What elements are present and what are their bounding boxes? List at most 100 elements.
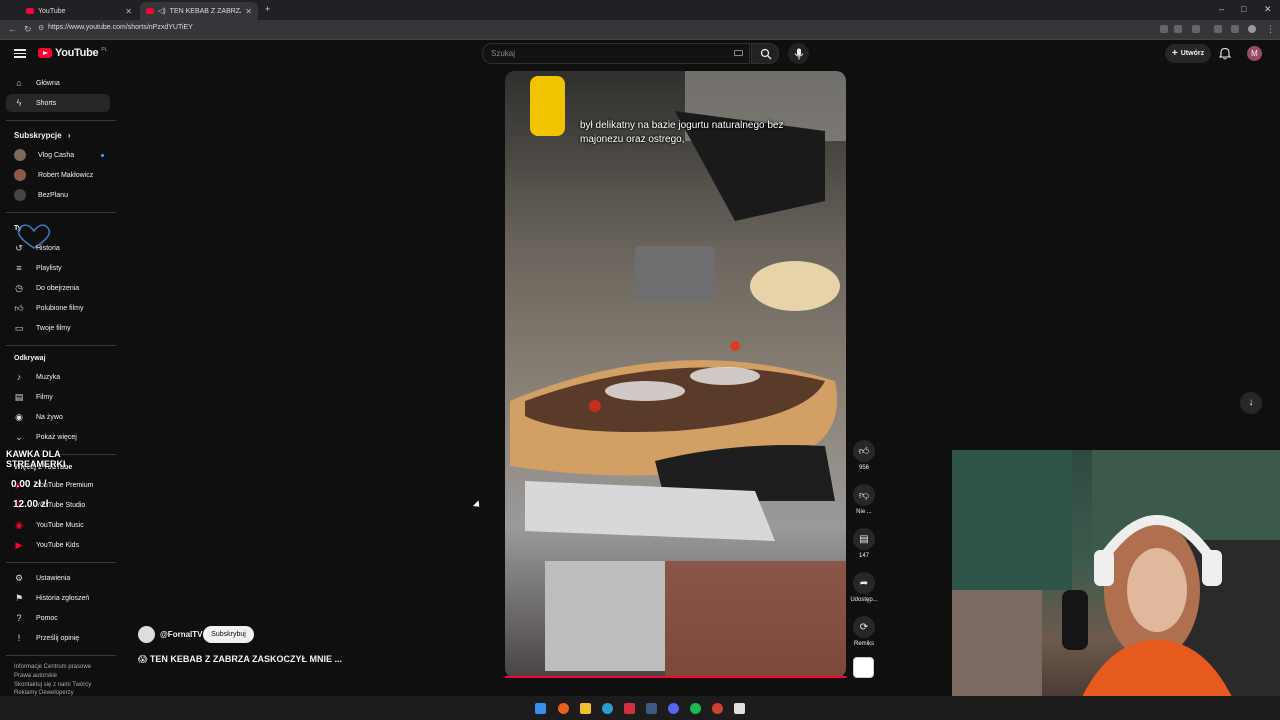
music-icon: ♪	[16, 372, 22, 382]
close-tab-icon[interactable]: ✕	[125, 7, 132, 16]
channel-avatar	[14, 149, 26, 161]
windows-start-icon[interactable]	[535, 703, 546, 714]
sidebar-item-report-history[interactable]: ⚑ Historia zgłoszeń	[6, 589, 110, 607]
sidebar-item-your-videos[interactable]: ▭ Twoje filmy	[6, 319, 110, 337]
sidebar-item-playlists[interactable]: ≡ Playlisty	[6, 259, 110, 277]
sidebar-item-liked[interactable]: 👍︎ Polubione filmy	[6, 299, 110, 317]
like-button[interactable]: 👍︎ 956	[848, 440, 880, 471]
sidebar-item-settings[interactable]: ⚙ Ustawienia	[6, 569, 110, 587]
sidebar-item-robert-maklowicz[interactable]: Robert Makłowicz	[6, 166, 110, 184]
reload-icon[interactable]: ↻	[24, 24, 32, 35]
profile-icon[interactable]	[1248, 25, 1256, 33]
flag-icon: ⚑	[14, 592, 24, 603]
sidebar-item-bezplanu[interactable]: BezPlanu	[6, 186, 110, 204]
footer-links[interactable]: Skontaktuj się z nami Twórcy	[14, 682, 91, 688]
voice-search-button[interactable]	[788, 43, 809, 64]
back-icon[interactable]: ←	[8, 24, 17, 34]
remix-button[interactable]: ⟳ Remiks	[848, 616, 880, 647]
extension-icon[interactable]	[1160, 25, 1168, 33]
film-icon: ▤	[14, 391, 24, 402]
sidebar-item-home[interactable]: ⌂ Główna	[6, 74, 110, 92]
sidebar-item-label: Historia	[36, 244, 60, 252]
sidebar-item-show-more[interactable]: ⌄ Pokaż więcej	[6, 428, 110, 446]
sidebar-item-label: Pokaż więcej	[36, 433, 77, 441]
share-button[interactable]: ➦ Udostęp...	[848, 572, 880, 603]
footer-links[interactable]: Informacje Centrum prasowe	[14, 664, 91, 670]
video-caption: był delikatny na bazie jogurtu naturalne…	[580, 120, 784, 145]
sidebar-item-watch-later[interactable]: ◷ Do obejrzenia	[6, 279, 110, 297]
url-field[interactable]: https://www.youtube.com/shorts/nPzxdYUTi…	[48, 24, 193, 31]
hamburger-menu-icon[interactable]	[14, 47, 26, 59]
browser-tab-youtube[interactable]: YouTube ✕	[20, 2, 138, 20]
browser-tab-short[interactable]: ◁) TEN KEBAB Z ZABRZA ZA ✕	[140, 2, 258, 20]
footer-links[interactable]: Prawa autorskie	[14, 673, 57, 679]
extension-icon[interactable]	[1231, 25, 1239, 33]
donation-title: KAWKA DLA STREAMERKI	[6, 449, 66, 469]
thumb-up-icon: 👍︎	[14, 302, 24, 313]
keyboard-icon[interactable]	[734, 50, 743, 56]
subscriptions-heading[interactable]: Subskrypcje ›	[14, 131, 70, 140]
channel-name[interactable]: @FornalTV	[160, 630, 202, 639]
sidebar-item-help[interactable]: ? Pomoc	[6, 609, 110, 627]
comment-icon: ▤	[853, 528, 875, 550]
search-button[interactable]	[751, 43, 779, 64]
close-window-icon[interactable]: ✕	[1264, 4, 1272, 15]
app-icon[interactable]	[734, 703, 745, 714]
short-video-player[interactable]	[505, 71, 846, 678]
firefox-icon[interactable]	[558, 703, 569, 714]
channel-thumbnail[interactable]	[853, 657, 874, 678]
extension-icon[interactable]	[1192, 25, 1200, 33]
thumb-up-icon: 👍︎	[853, 440, 875, 462]
dislike-button[interactable]: 👎︎ Nie ...	[848, 484, 880, 515]
live-icon: ◉	[15, 411, 23, 422]
sidebar-item-label: Shorts	[36, 99, 57, 107]
bookmark-star-icon[interactable]	[1174, 25, 1182, 33]
next-short-arrow-icon[interactable]: ↓	[1240, 392, 1262, 414]
sidebar-item-movies[interactable]: ▤ Filmy	[6, 388, 110, 406]
gear-icon: ⚙	[14, 572, 24, 583]
sidebar-item-label: Pomoc	[36, 614, 58, 622]
new-tab-icon[interactable]: +	[265, 4, 270, 14]
app-icon[interactable]	[624, 703, 635, 714]
playlist-icon: ≡	[16, 263, 22, 273]
browser-menu-icon[interactable]: ⋮	[1266, 24, 1275, 35]
steam-icon[interactable]	[646, 703, 657, 714]
sidebar-item-feedback[interactable]: ! Prześlij opinię	[6, 629, 110, 647]
subscribe-button[interactable]: Subskrybuj	[203, 626, 254, 643]
spotify-icon[interactable]	[690, 703, 701, 714]
youtube-logo[interactable]: YouTube PL	[38, 47, 107, 59]
minimize-icon[interactable]: –	[1219, 4, 1224, 14]
search-input[interactable]: Szukaj	[482, 43, 750, 64]
discord-icon[interactable]	[668, 703, 679, 714]
account-avatar[interactable]: M	[1247, 46, 1262, 61]
extension-icon[interactable]	[1214, 25, 1222, 33]
sidebar-item-music[interactable]: ♪ Muzyka	[6, 368, 110, 386]
new-content-dot	[101, 153, 104, 157]
site-info-icon[interactable]: ⚙	[38, 24, 44, 32]
speaker-icon[interactable]: ◁)	[158, 7, 166, 15]
create-button[interactable]: + Utwórz	[1165, 44, 1211, 63]
chevron-right-icon: ›	[67, 131, 71, 140]
short-title[interactable]: 😱 TEN KEBAB Z ZABRZA ZASKOCZYŁ MNIE ...	[138, 654, 342, 665]
sidebar-item-shorts[interactable]: ϟ Shorts	[6, 94, 110, 112]
sidebar-item-live[interactable]: ◉ Na żywo	[6, 408, 110, 426]
channel-avatar[interactable]	[138, 626, 155, 643]
divider	[6, 562, 116, 563]
remix-label: Remiks	[853, 641, 874, 647]
comments-button[interactable]: ▤ 147	[848, 528, 880, 559]
file-explorer-icon[interactable]	[580, 703, 591, 714]
chrome-icon[interactable]	[712, 703, 723, 714]
sidebar-item-vlog-casha[interactable]: Vlog Casha	[6, 146, 110, 164]
sidebar-item-label: Główna	[36, 79, 60, 87]
sidebar-item-youtube-music[interactable]: ◉ YouTube Music	[6, 516, 110, 534]
maximize-icon[interactable]: □	[1241, 4, 1246, 14]
close-tab-icon[interactable]: ✕	[245, 7, 252, 16]
video-progress-bar[interactable]	[505, 676, 846, 678]
sidebar-item-history[interactable]: ↺ Historia	[6, 239, 110, 257]
youtube-favicon-icon	[26, 8, 34, 14]
create-label: Utwórz	[1180, 50, 1205, 57]
notifications-button[interactable]	[1218, 47, 1232, 62]
edge-icon[interactable]	[602, 703, 613, 714]
sidebar-item-youtube-kids[interactable]: ▶ YouTube Kids	[6, 536, 110, 554]
video-frame-image	[505, 71, 846, 678]
